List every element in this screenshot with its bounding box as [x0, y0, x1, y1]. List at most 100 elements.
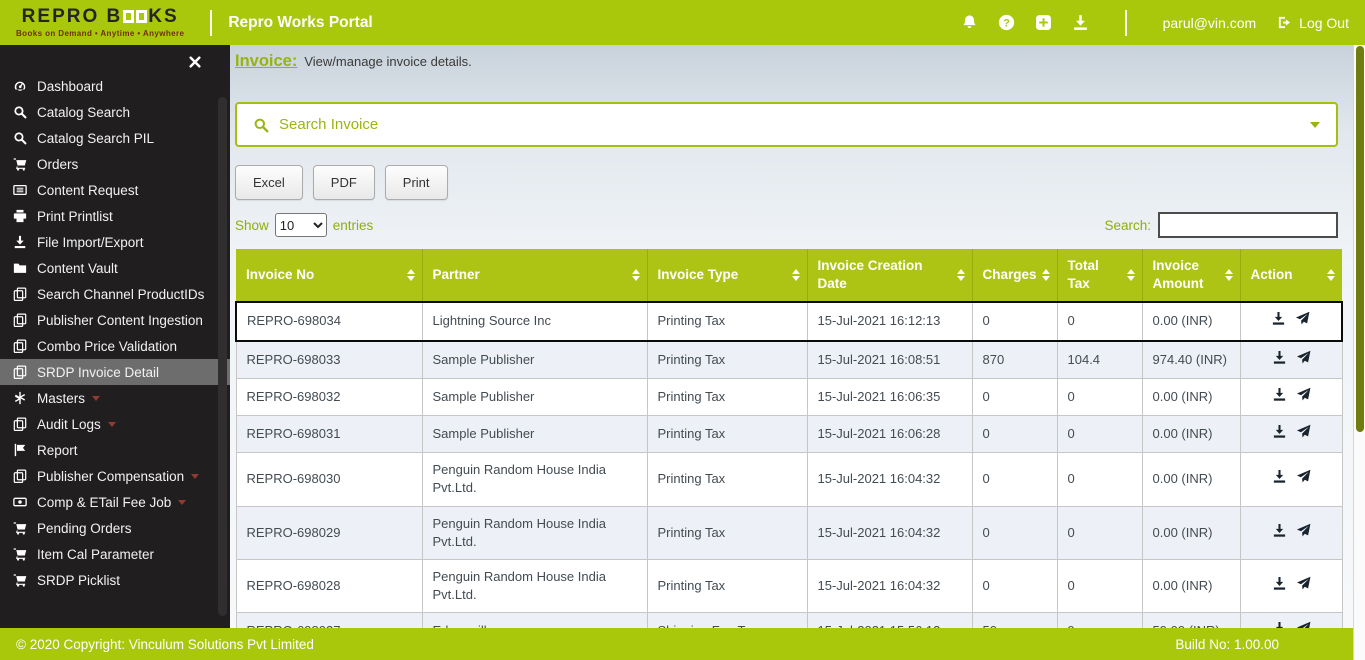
- cell-partner: Lightning Source Inc: [421, 301, 648, 342]
- table-row[interactable]: REPRO-698030 Penguin Random House India P…: [235, 452, 1343, 507]
- sidebar-item-item-cal-parameter[interactable]: Item Cal Parameter: [0, 541, 230, 567]
- column-header-invoice-amount[interactable]: Invoice Amount: [1141, 249, 1240, 303]
- send-invoice-icon[interactable]: [1296, 469, 1311, 484]
- sidebar-item-srdp-picklist[interactable]: SRDP Picklist: [0, 567, 230, 593]
- download-invoice-icon[interactable]: [1271, 311, 1286, 326]
- cell-creation-date: 15-Jul-2021 16:12:13: [806, 301, 973, 342]
- chevron-down-icon: [178, 499, 187, 505]
- download-invoice-icon[interactable]: [1272, 523, 1287, 538]
- cell-invoice-amount: 0.00 (INR): [1141, 414, 1241, 454]
- add-icon[interactable]: [1035, 14, 1052, 31]
- sidebar-item-publisher-content-ingestion[interactable]: Publisher Content Ingestion: [0, 307, 230, 333]
- column-header-invoice-no[interactable]: Invoice No: [236, 249, 422, 303]
- printer-icon: [12, 209, 28, 223]
- sidebar-item-label: Content Request: [37, 182, 139, 198]
- page-scrollbar[interactable]: [1353, 45, 1365, 660]
- chevron-down-icon: [92, 395, 101, 401]
- sidebar-item-content-vault[interactable]: Content Vault: [0, 255, 230, 281]
- column-header-partner[interactable]: Partner: [421, 249, 647, 303]
- sidebar-item-label: Catalog Search: [37, 104, 131, 120]
- sidebar-item-content-request[interactable]: Content Request: [0, 177, 230, 203]
- help-icon[interactable]: ?: [998, 14, 1015, 31]
- import-icon[interactable]: [1072, 14, 1089, 31]
- table-row[interactable]: REPRO-698031 Sample Publisher Printing Tax…: [235, 414, 1343, 454]
- chevron-down-icon: [191, 473, 200, 479]
- cell-invoice-no: REPRO-698030: [235, 452, 423, 507]
- column-header-total-tax[interactable]: Total Tax: [1056, 249, 1142, 303]
- sort-icon: [1327, 269, 1335, 282]
- sidebar-item-masters[interactable]: Masters: [0, 385, 230, 411]
- table-search-label: Search:: [1104, 217, 1151, 233]
- page-scrollbar-thumb[interactable]: [1356, 46, 1364, 432]
- cell-partner: Edu.gorilla: [421, 612, 648, 628]
- column-header-invoice-type[interactable]: Invoice Type: [646, 249, 807, 303]
- repro-books-logo[interactable]: REPRO B KS Books on Demand • Anytime • A…: [16, 7, 184, 38]
- send-invoice-icon[interactable]: [1295, 311, 1310, 326]
- column-header-invoice-creation-date[interactable]: Invoice Creation Date: [806, 249, 972, 303]
- download-invoice-icon[interactable]: [1272, 350, 1287, 365]
- pages-icon: [12, 365, 28, 379]
- table-search-input[interactable]: [1158, 212, 1338, 238]
- chevron-down-icon: [107, 421, 116, 427]
- sidebar-item-report[interactable]: Report: [0, 437, 230, 463]
- sidebar-item-catalog-search[interactable]: Catalog Search: [0, 99, 230, 125]
- download-invoice-icon[interactable]: [1272, 576, 1287, 591]
- logout-button[interactable]: Log Out: [1276, 14, 1349, 31]
- column-header-action[interactable]: Action: [1239, 249, 1342, 303]
- table-row[interactable]: REPRO-698033 Sample Publisher Printing Tax…: [235, 340, 1343, 379]
- sidebar-item-dashboard[interactable]: Dashboard: [0, 73, 230, 99]
- sidebar-item-srdp-invoice-detail[interactable]: SRDP Invoice Detail: [0, 359, 230, 385]
- excel-button[interactable]: Excel: [235, 165, 303, 200]
- sidebar-item-catalog-search-pil[interactable]: Catalog Search PIL: [0, 125, 230, 151]
- cell-partner: Penguin Random House India Pvt.Ltd.: [421, 452, 648, 507]
- send-invoice-icon[interactable]: [1296, 424, 1311, 439]
- send-invoice-icon[interactable]: [1296, 387, 1311, 402]
- sidebar-item-search-channel-productids[interactable]: Search Channel ProductIDs: [0, 281, 230, 307]
- cell-creation-date: 15-Jul-2021 15:56:12: [806, 612, 973, 628]
- download-invoice-icon[interactable]: [1272, 424, 1287, 439]
- table-row[interactable]: REPRO-698028 Penguin Random House India P…: [235, 558, 1343, 614]
- column-header-label: Action: [1250, 267, 1293, 283]
- page-size-select[interactable]: 10: [274, 213, 327, 237]
- download-invoice-icon[interactable]: [1272, 387, 1287, 402]
- send-invoice-icon[interactable]: [1296, 576, 1311, 591]
- logo-text-part3: KS: [148, 6, 179, 27]
- sort-icon: [1224, 269, 1233, 282]
- page-header: Invoice: View/manage invoice details.: [235, 52, 1338, 71]
- pages-icon: [12, 417, 28, 431]
- pdf-button[interactable]: PDF: [312, 165, 375, 200]
- sidebar-item-label: Publisher Content Ingestion: [37, 312, 203, 328]
- send-invoice-icon[interactable]: [1296, 523, 1311, 538]
- sidebar-item-orders[interactable]: Orders: [0, 151, 230, 177]
- logo-text-part1: REPRO B: [21, 6, 123, 27]
- search-invoice-panel[interactable]: Search Invoice: [235, 102, 1338, 147]
- cell-charges: 0: [971, 377, 1058, 417]
- invoice-table: Invoice No Partner Invoice Type Invoice Cre…: [235, 249, 1343, 628]
- sidebar-scrollbar[interactable]: [218, 97, 227, 616]
- print-button[interactable]: Print: [384, 165, 448, 200]
- sidebar-item-print-printlist[interactable]: Print Printlist: [0, 203, 230, 229]
- table-row[interactable]: REPRO-698029 Penguin Random House India P…: [235, 505, 1343, 560]
- send-invoice-icon[interactable]: [1296, 350, 1311, 365]
- send-invoice-icon[interactable]: [1296, 621, 1311, 628]
- sidebar-close-icon[interactable]: [188, 55, 202, 69]
- download-invoice-icon[interactable]: [1272, 469, 1287, 484]
- money-icon: [12, 495, 28, 509]
- cell-charges: 0: [971, 452, 1058, 507]
- cell-action: [1239, 505, 1343, 560]
- sidebar-item-file-import-export[interactable]: File Import/Export: [0, 229, 230, 255]
- sidebar-item-pending-orders[interactable]: Pending Orders: [0, 515, 230, 541]
- invoice-table-wrap: Invoice No Partner Invoice Type Invoice Cre…: [235, 249, 1343, 628]
- table-row-highlighted[interactable]: REPRO-698034 Lightning Source Inc Printing…: [235, 301, 1343, 342]
- logo-o-square: [136, 10, 148, 23]
- download-invoice-icon[interactable]: [1272, 621, 1287, 628]
- table-row[interactable]: REPRO-698027Edu.gorillaShipping Fee Tax1…: [235, 612, 1343, 628]
- sidebar-item-combo-price-validation[interactable]: Combo Price Validation: [0, 333, 230, 359]
- sidebar-item-audit-logs[interactable]: Audit Logs: [0, 411, 230, 437]
- column-header-charges[interactable]: Charges: [971, 249, 1057, 303]
- logout-label: Log Out: [1299, 14, 1349, 31]
- sidebar-item-comp-etail-fee-job[interactable]: Comp & ETail Fee Job: [0, 489, 230, 515]
- table-row[interactable]: REPRO-698032 Sample Publisher Printing Tax…: [235, 377, 1343, 417]
- notification-bell-icon[interactable]: [961, 14, 978, 31]
- sidebar-item-publisher-compensation[interactable]: Publisher Compensation: [0, 463, 230, 489]
